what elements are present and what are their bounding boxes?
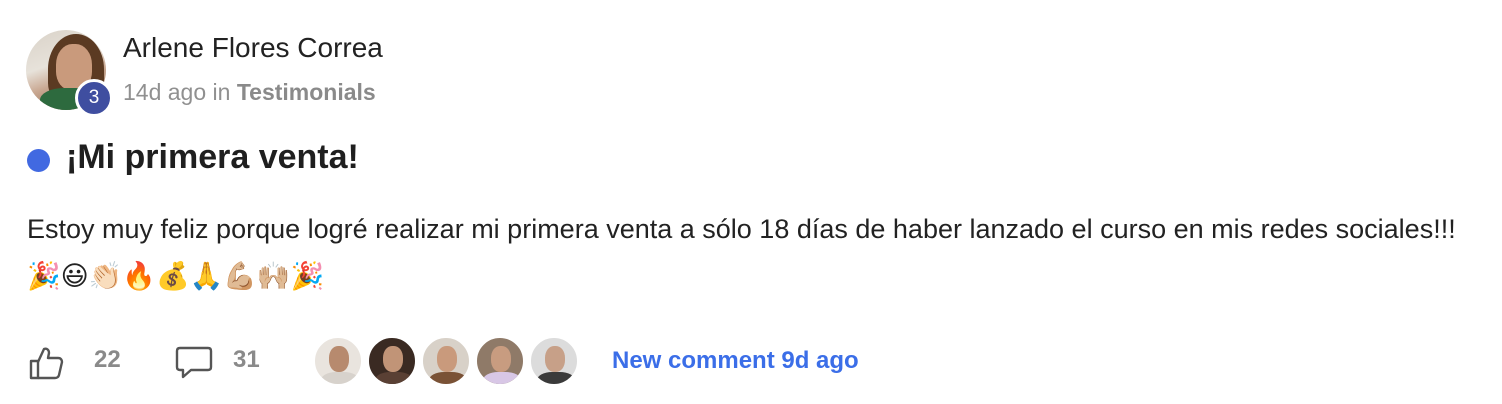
post-time: 14d ago — [123, 79, 207, 105]
meta-in-word: in — [212, 79, 231, 105]
thumbs-up-icon[interactable] — [27, 344, 65, 382]
post-title[interactable]: ¡Mi primera venta! — [66, 138, 359, 177]
post-card: 3 Arlene Flores Correa 14d ago in Testim… — [0, 0, 1502, 404]
new-comment-link[interactable]: New comment 9d ago — [612, 347, 859, 375]
like-count: 22 — [94, 346, 121, 373]
participant-avatar[interactable] — [475, 336, 525, 386]
participant-avatar[interactable] — [313, 336, 363, 386]
comment-count: 31 — [233, 346, 260, 373]
author-avatar-container[interactable]: 3 — [26, 30, 113, 117]
post-body: Estoy muy feliz porque logré realizar mi… — [27, 214, 1456, 291]
participant-avatars — [313, 336, 583, 388]
category-link[interactable]: Testimonials — [237, 79, 376, 105]
participant-avatar[interactable] — [421, 336, 471, 386]
participant-avatar[interactable] — [367, 336, 417, 386]
author-name[interactable]: Arlene Flores Correa — [123, 32, 383, 64]
participant-avatar[interactable] — [529, 336, 579, 386]
level-badge: 3 — [75, 79, 113, 117]
post-meta: 14d ago in Testimonials — [123, 79, 376, 106]
comment-bubble-icon[interactable] — [174, 344, 214, 382]
unread-indicator — [27, 149, 50, 172]
post-footer: 22 31 New comment 9d ago — [0, 334, 1502, 390]
